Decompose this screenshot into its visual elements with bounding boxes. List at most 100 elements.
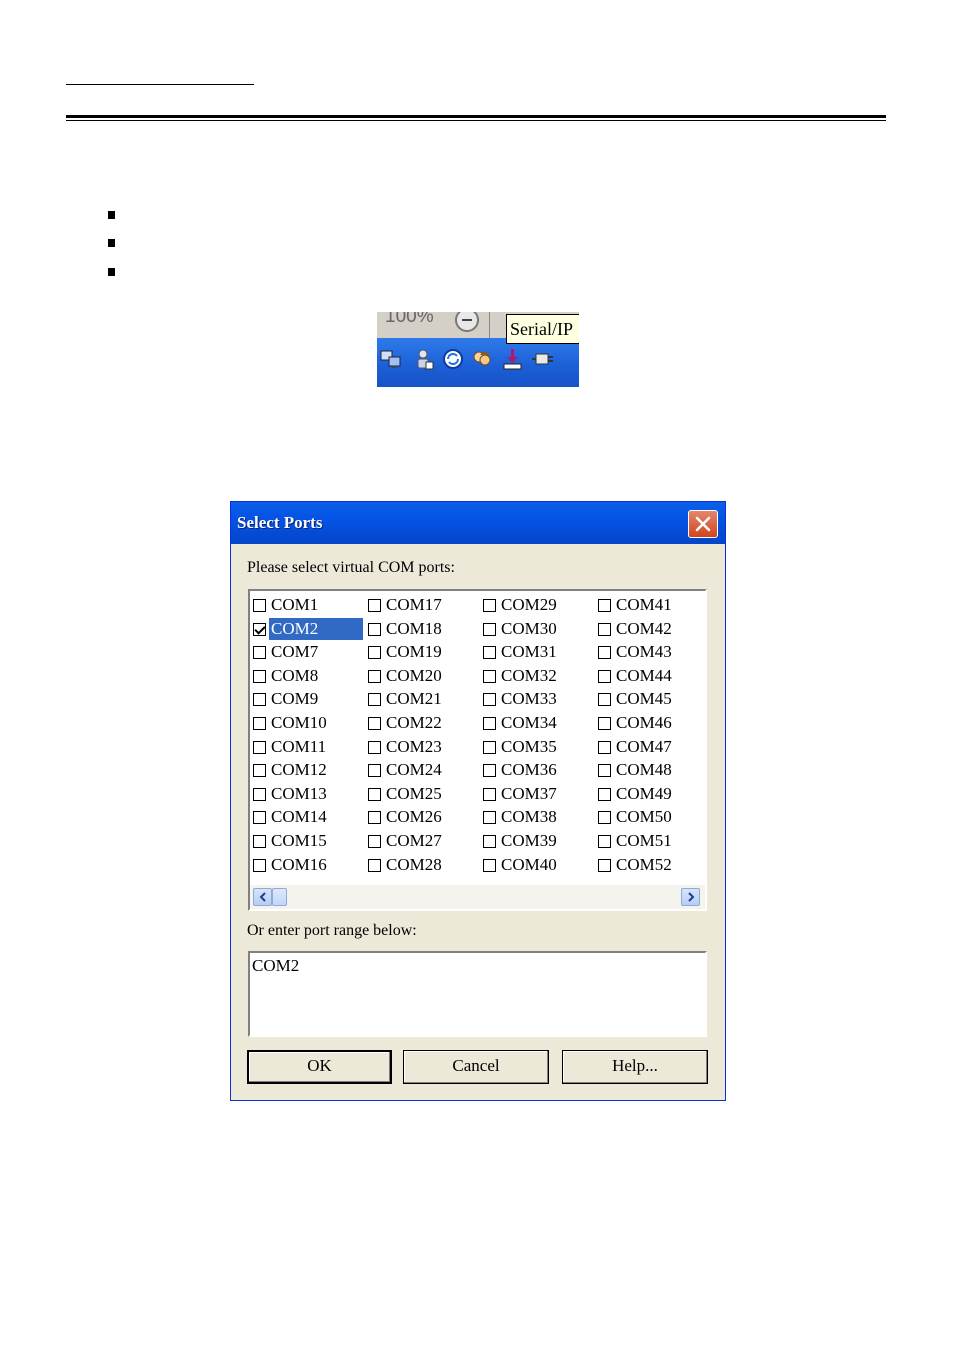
close-icon (695, 516, 711, 532)
port-checkbox[interactable] (368, 811, 381, 825)
port-checkbox[interactable] (483, 858, 496, 872)
port-checkbox[interactable] (483, 622, 496, 636)
select-ports-label: Please select virtual COM ports: (247, 559, 455, 576)
port-label: COM28 (386, 854, 442, 874)
port-checkbox[interactable] (598, 717, 611, 730)
port-label: COM20 (386, 665, 442, 685)
scroll-thumb[interactable] (272, 888, 287, 906)
port-checkbox[interactable] (368, 740, 381, 754)
dialog-titlebar[interactable]: Select Ports (231, 502, 725, 544)
port-checkbox[interactable] (368, 693, 381, 707)
ok-button[interactable]: OK (247, 1050, 392, 1084)
port-checkbox[interactable] (253, 646, 266, 660)
port-checkbox[interactable] (598, 740, 611, 754)
port-checkbox[interactable] (598, 669, 611, 683)
port-checkbox[interactable] (253, 764, 266, 778)
port-checkbox[interactable] (598, 858, 611, 872)
port-label: COM31 (501, 642, 557, 662)
port-checkbox[interactable] (253, 693, 266, 707)
port-checkbox[interactable] (483, 717, 496, 730)
port-checkbox[interactable] (368, 858, 381, 872)
port-checkbox[interactable] (598, 646, 611, 660)
header-rule (66, 115, 886, 121)
port-checkbox[interactable] (483, 764, 496, 778)
user-icon[interactable] (413, 348, 435, 370)
port-label: COM16 (271, 854, 327, 874)
port-checkbox[interactable] (368, 717, 381, 730)
cancel-button[interactable]: Cancel (403, 1050, 549, 1084)
port-checkbox[interactable] (598, 787, 611, 801)
network-icon[interactable] (380, 348, 402, 370)
port-checkbox[interactable] (368, 787, 381, 801)
port-checkbox[interactable] (368, 669, 381, 683)
port-range-input[interactable]: COM2 (248, 951, 707, 1037)
port-label: COM10 (271, 713, 327, 732)
port-label: COM15 (271, 831, 327, 850)
port-checkbox[interactable] (253, 835, 266, 848)
port-label: COM19 (386, 642, 442, 662)
port-checkbox[interactable] (253, 717, 266, 730)
close-button[interactable] (688, 510, 718, 538)
port-checkbox[interactable] (253, 787, 266, 801)
port-label: COM26 (386, 807, 442, 827)
port-label: COM39 (501, 831, 557, 850)
port-checkbox[interactable] (598, 811, 611, 825)
port-checkbox[interactable] (368, 764, 381, 778)
scroll-right-button[interactable] (681, 888, 700, 906)
port-label: COM51 (616, 831, 672, 850)
port-label: COM52 (616, 854, 672, 874)
port-checkbox[interactable] (483, 646, 496, 660)
port-label: COM32 (501, 665, 557, 685)
bullet-marker (108, 268, 115, 276)
port-checkbox[interactable] (253, 622, 266, 636)
port-label: COM25 (386, 783, 442, 803)
port-checkbox[interactable] (483, 811, 496, 825)
zoom-out-button[interactable] (455, 312, 479, 332)
port-label: COM41 (616, 595, 672, 614)
port-checkbox[interactable] (483, 599, 496, 612)
serial-ip-icon[interactable] (502, 348, 524, 370)
port-label: COM27 (386, 831, 442, 850)
port-checkbox[interactable] (253, 740, 266, 754)
select-ports-dialog: Select Ports Please select virtual COM p… (230, 501, 726, 1101)
port-label: COM50 (616, 807, 672, 827)
bullet-marker (108, 239, 115, 247)
port-checkbox[interactable] (598, 622, 611, 636)
port-label: COM1 (271, 595, 319, 614)
port-checkbox[interactable] (253, 599, 266, 612)
port-label: COM23 (386, 736, 442, 756)
port-checkbox[interactable] (253, 858, 266, 872)
port-checkbox[interactable] (598, 599, 611, 612)
port-label: COM13 (271, 783, 327, 803)
horizontal-scrollbar[interactable] (250, 885, 705, 909)
port-checkbox[interactable] (598, 764, 611, 778)
port-range-label: Or enter port range below: (247, 922, 417, 939)
port-list[interactable]: COM52 COM51 COM50 COM49 COM48 COM47 COM46 COM45… (248, 589, 707, 911)
port-label: COM30 (501, 618, 557, 638)
port-checkbox[interactable] (368, 646, 381, 660)
port-label: COM40 (501, 854, 557, 874)
port-checkbox[interactable] (598, 693, 611, 707)
help-button[interactable]: Help... (562, 1050, 708, 1084)
port-checkbox[interactable] (483, 669, 496, 683)
port-label: COM24 (386, 760, 442, 780)
port-checkbox[interactable] (253, 811, 266, 825)
port-checkbox[interactable] (368, 599, 381, 612)
port-checkbox[interactable] (483, 835, 496, 848)
port-checkbox[interactable] (368, 622, 381, 636)
people-icon[interactable] (471, 348, 493, 370)
sync-icon[interactable] (442, 348, 464, 370)
port-label: COM34 (501, 713, 557, 732)
bullet-marker (108, 211, 115, 219)
port-checkbox[interactable] (368, 835, 381, 848)
port-label: COM37 (501, 783, 557, 803)
port-checkbox[interactable] (598, 835, 611, 848)
port-checkbox[interactable] (253, 669, 266, 683)
chevron-left-icon (259, 892, 266, 902)
plug-icon[interactable] (532, 348, 554, 370)
port-checkbox[interactable] (483, 740, 496, 754)
port-checkbox[interactable] (483, 787, 496, 801)
port-checkbox[interactable] (483, 693, 496, 707)
scroll-left-button[interactable] (253, 888, 272, 906)
port-label: COM36 (501, 760, 557, 780)
